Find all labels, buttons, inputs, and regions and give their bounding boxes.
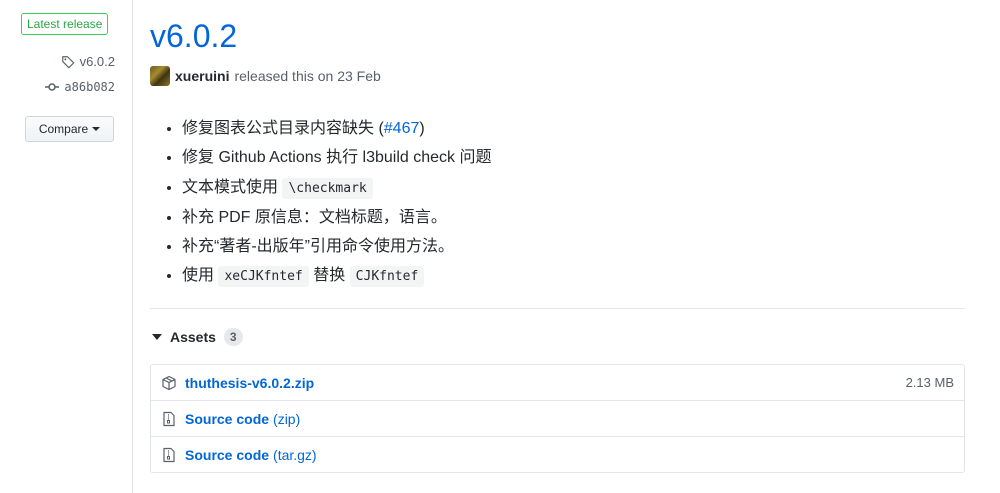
asset-row-source-zip[interactable]: Source code (zip) [151,400,964,436]
release-notes: 修复图表公式目录内容缺失 (#467) 修复 Github Actions 执行… [150,114,491,292]
file-zip-icon [163,447,175,462]
inline-code: CJKfntef [349,266,425,288]
list-item: 修复 Github Actions 执行 l3build check 问题 [182,143,491,172]
tag-label: v6.0.2 [79,54,115,69]
release-sidebar: Latest release v6.0.2 a86b082 Compare [0,0,133,493]
list-item: 补充 PDF 原信息：文档标题，语言。 [182,203,491,232]
inline-code: xeCJKfntef [218,266,309,288]
file-zip-icon [163,411,175,426]
asset-ext[interactable]: (tar.gz) [273,447,317,463]
note-text: ) [419,120,425,137]
note-text: 替换 [313,267,346,285]
commit-icon [45,83,60,91]
asset-row-zip[interactable]: thuthesis-v6.0.2.zip 2.13 MB [151,365,964,400]
chevron-down-icon [92,127,101,131]
compare-button[interactable]: Compare [25,116,114,142]
note-text: 文本模式使用 [182,178,279,196]
divider [150,308,965,309]
list-item: 修复图表公式目录内容缺失 (#467) [182,114,491,143]
author-link[interactable]: xueruini [175,68,229,84]
latest-release-badge: Latest release [21,13,109,35]
tag-icon [61,55,74,68]
assets-toggle[interactable]: Assets 3 [152,328,243,346]
triangle-down-icon [152,334,162,340]
tag-link[interactable]: v6.0.2 [61,54,115,69]
asset-link[interactable]: Source code [185,411,269,427]
note-text: 使用 [182,267,215,285]
asset-link[interactable]: thuthesis-v6.0.2.zip [185,375,314,391]
assets-list: thuthesis-v6.0.2.zip 2.13 MB Source code… [150,364,965,473]
package-icon [162,375,176,390]
release-meta: xueruini released this on 23 Feb [150,66,381,86]
issue-link[interactable]: #467 [384,120,420,137]
assets-count-badge: 3 [223,328,243,346]
compare-label: Compare [38,122,89,136]
assets-heading: Assets [170,329,216,345]
release-meta-text: released this on 23 Feb [234,68,381,84]
avatar[interactable] [150,66,170,86]
note-text: 修复图表公式目录内容缺失 ( [182,120,384,137]
list-item: 补充“著者-出版年”引用命令使用方法。 [182,232,491,261]
asset-size: 2.13 MB [905,375,954,390]
release-title[interactable]: v6.0.2 [150,16,237,56]
asset-row-source-targz[interactable]: Source code (tar.gz) [151,436,964,472]
asset-ext[interactable]: (zip) [273,411,300,427]
asset-link[interactable]: Source code [185,447,269,463]
commit-sha: a86b082 [64,80,115,94]
list-item: 文本模式使用 \checkmark [182,173,491,203]
commit-link[interactable]: a86b082 [45,80,115,94]
list-item: 使用 xeCJKfntef 替换 CJKfntef [182,261,491,291]
inline-code: \checkmark [282,177,373,199]
